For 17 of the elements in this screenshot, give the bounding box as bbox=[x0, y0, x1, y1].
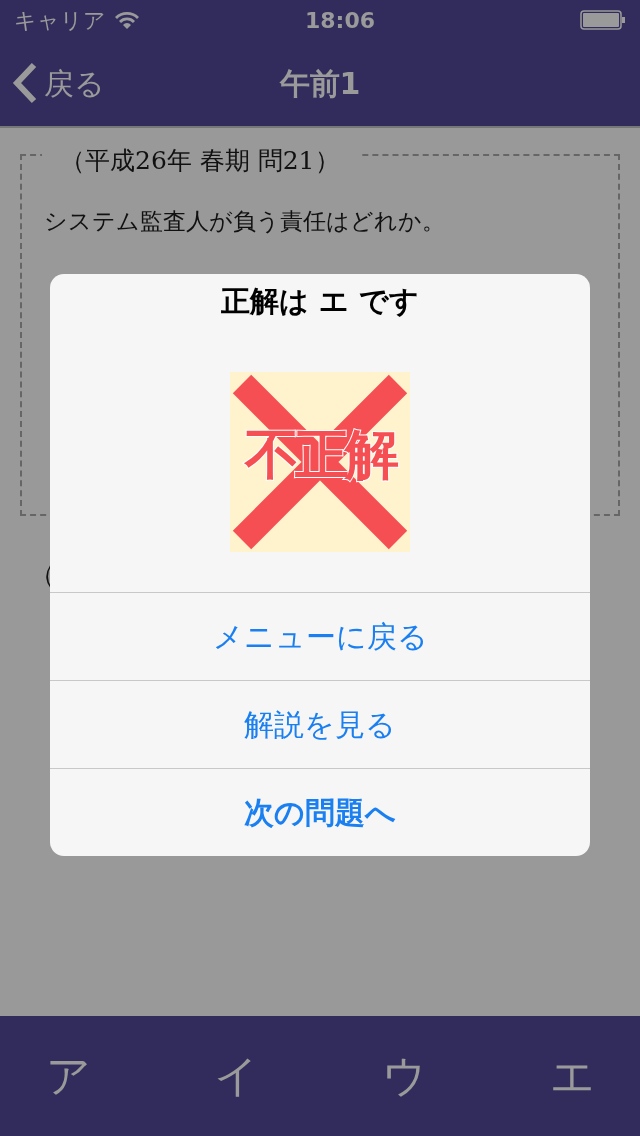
alert-action-button[interactable]: メニューに戻る bbox=[50, 591, 590, 680]
question-text: システム監査人が負う責任はどれか。 bbox=[44, 207, 446, 236]
carrier-label: キャリア bbox=[14, 6, 106, 35]
answer-button[interactable]: ウ bbox=[344, 1042, 464, 1110]
alert-action-button[interactable]: 次の問題へ bbox=[50, 767, 590, 856]
result-text: 不正解 bbox=[230, 413, 410, 495]
answer-button[interactable]: エ bbox=[512, 1042, 632, 1110]
chevron-left-icon bbox=[12, 62, 38, 104]
answer-button[interactable]: イ bbox=[176, 1042, 296, 1110]
answer-button[interactable]: ア bbox=[8, 1042, 128, 1110]
clock-time: 18:06 bbox=[305, 6, 375, 35]
battery-icon bbox=[580, 10, 626, 30]
wifi-icon bbox=[114, 10, 140, 30]
alert-action-button[interactable]: 解説を見る bbox=[50, 679, 590, 768]
back-button[interactable]: 戻る bbox=[12, 60, 105, 106]
alert-title: 正解は エ です bbox=[219, 283, 421, 320]
screen-title: 午前1 bbox=[279, 64, 361, 103]
